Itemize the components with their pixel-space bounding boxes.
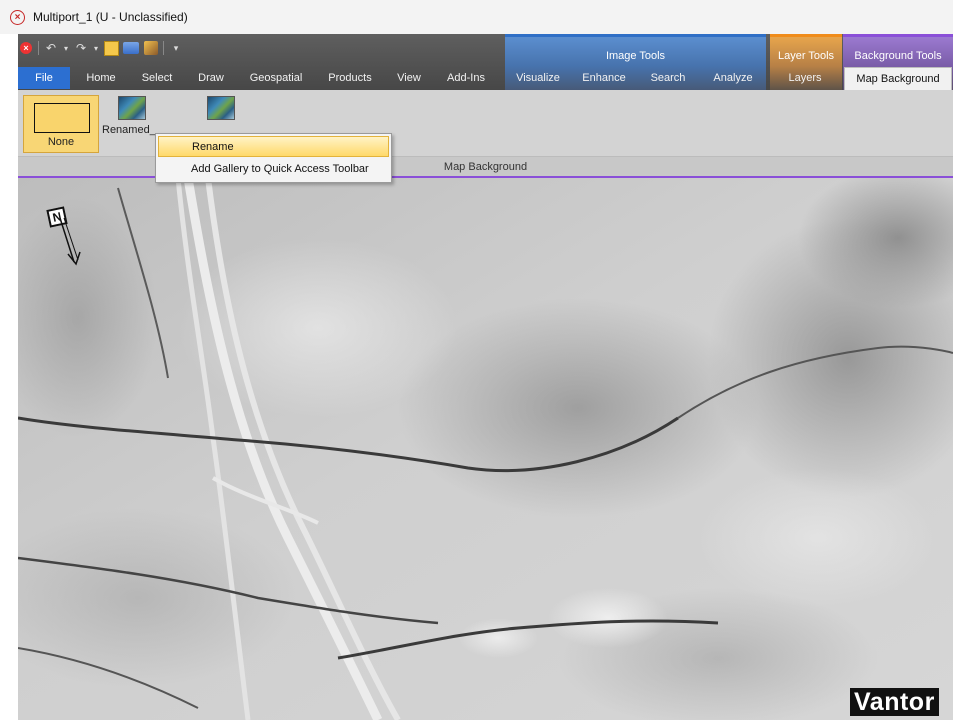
ribbon-tabs: File Home Select Draw Geospatial Product… bbox=[18, 67, 953, 91]
tab-enhance[interactable]: Enhance bbox=[574, 67, 634, 89]
stop-icon[interactable]: × bbox=[18, 40, 34, 56]
world-map-thumbnail-icon bbox=[118, 96, 146, 120]
redo-icon[interactable]: ↷ bbox=[73, 40, 89, 56]
tab-products[interactable]: Products bbox=[318, 67, 382, 89]
tab-layers[interactable]: Layers bbox=[772, 67, 838, 89]
gallery-item-none[interactable]: None bbox=[23, 95, 99, 153]
gallery-item-none-label: None bbox=[47, 136, 75, 148]
brush-icon[interactable] bbox=[143, 40, 159, 56]
tab-draw[interactable]: Draw bbox=[188, 67, 234, 89]
layers-icon[interactable] bbox=[123, 40, 139, 56]
title-bar: × Multiport_1 (U - Unclassified) bbox=[0, 0, 953, 34]
close-window-icon[interactable]: × bbox=[10, 9, 25, 25]
qat-separator bbox=[38, 41, 39, 55]
map-view[interactable] bbox=[18, 178, 953, 720]
context-menu: Rename Add Gallery to Quick Access Toolb… bbox=[155, 133, 392, 183]
tab-map-background[interactable]: Map Background bbox=[844, 67, 952, 91]
tab-addins[interactable]: Add-Ins bbox=[438, 67, 494, 89]
window-title: Multiport_1 (U - Unclassified) bbox=[33, 10, 188, 24]
layer-tools-label: Layer Tools bbox=[777, 50, 835, 62]
tab-search[interactable]: Search bbox=[642, 67, 694, 89]
vantor-watermark: Vantor bbox=[850, 688, 939, 716]
gallery-item-renamed[interactable]: Renamed_ bbox=[100, 96, 164, 136]
tab-visualize[interactable]: Visualize bbox=[508, 67, 568, 89]
gallery-item-world-map[interactable] bbox=[201, 96, 241, 120]
world-map-thumbnail-icon bbox=[207, 96, 235, 120]
select-tool-icon[interactable] bbox=[103, 40, 119, 56]
none-swatch bbox=[34, 103, 90, 133]
background-tools-label: Background Tools bbox=[854, 50, 942, 62]
tab-select[interactable]: Select bbox=[132, 67, 182, 89]
menu-item-rename[interactable]: Rename bbox=[158, 136, 389, 157]
undo-dropdown-icon[interactable]: ▾ bbox=[63, 40, 69, 56]
tab-view[interactable]: View bbox=[388, 67, 430, 89]
tab-home[interactable]: Home bbox=[76, 67, 126, 89]
qat-separator bbox=[163, 41, 164, 55]
quick-access-toolbar: × ↶ ▾ ↷ ▾ ▾ bbox=[18, 38, 184, 58]
north-arrow-icon bbox=[59, 218, 81, 266]
redo-dropdown-icon[interactable]: ▾ bbox=[93, 40, 99, 56]
tab-geospatial[interactable]: Geospatial bbox=[240, 67, 312, 89]
image-tools-label: Image Tools bbox=[605, 50, 666, 62]
tab-analyze[interactable]: Analyze bbox=[702, 67, 764, 89]
satellite-imagery bbox=[18, 178, 953, 720]
menu-item-add-gallery-to-qat[interactable]: Add Gallery to Quick Access Toolbar bbox=[158, 159, 389, 180]
undo-icon[interactable]: ↶ bbox=[43, 40, 59, 56]
customize-qat-icon[interactable]: ▾ bbox=[168, 40, 184, 56]
tab-file[interactable]: File bbox=[18, 67, 70, 89]
